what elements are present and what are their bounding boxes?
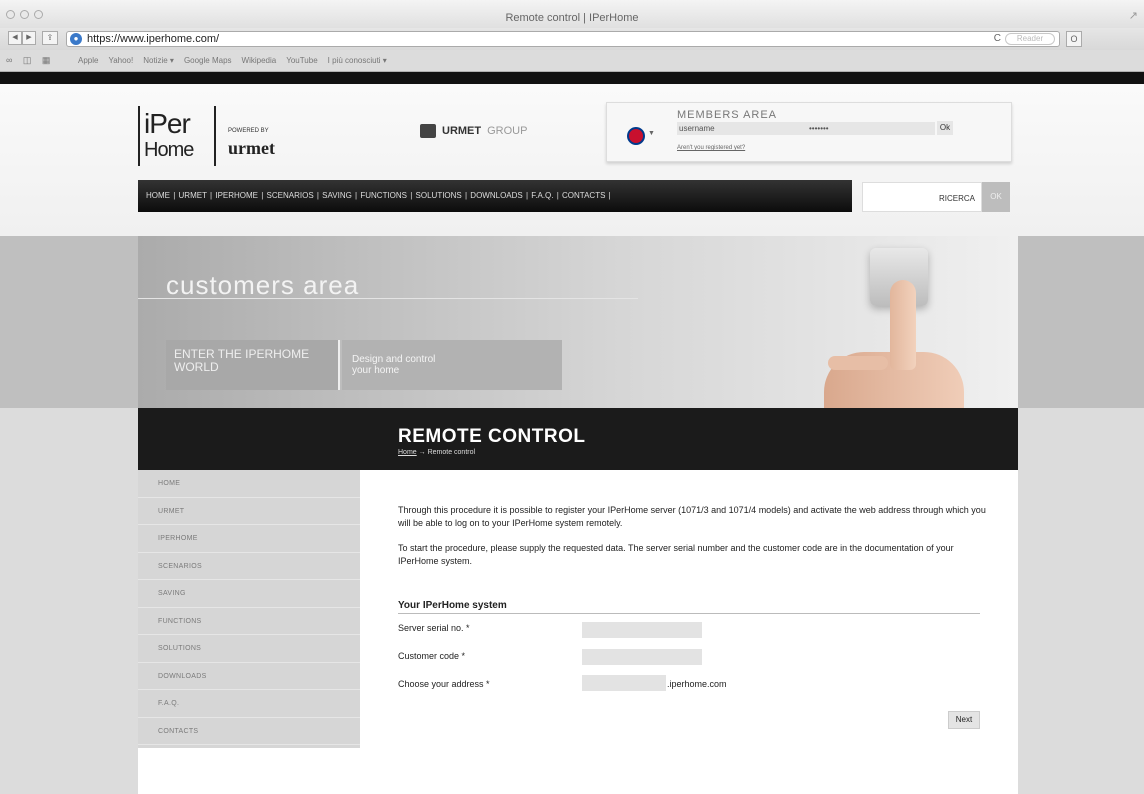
history-buttons: ◀ ▶ <box>8 31 36 45</box>
customer-code-input[interactable] <box>582 649 702 665</box>
logo-home: Home <box>144 139 194 161</box>
design-line1: Design and control <box>352 354 436 365</box>
browser-toolbar: ◀ ▶ ⇪ ● https://www.iperhome.com/ C Read… <box>0 28 1144 50</box>
fullscreen-icon[interactable]: ↗ <box>1129 9 1138 22</box>
intro-text: Through this procedure it is possible to… <box>398 504 988 580</box>
hero-banner: customers area ENTER THE IPERHOME WORLD D… <box>0 236 1144 408</box>
main-navigation: HOME | URMET | IPERHOME | SCENARIOS | SA… <box>138 180 852 212</box>
breadcrumb-separator: → <box>416 449 428 456</box>
side-item-urmet[interactable]: URMET <box>138 498 360 525</box>
bookmark-list: Apple Yahoo! Notizie ▾ Google Maps Wikip… <box>78 56 387 65</box>
url-text[interactable]: https://www.iperhome.com/ <box>87 33 219 45</box>
page-top-band <box>0 72 1144 84</box>
breadcrumb-home-link[interactable]: Home <box>398 449 417 456</box>
language-flag-icon[interactable] <box>627 127 645 145</box>
address-bar[interactable]: ● https://www.iperhome.com/ C Reader <box>66 31 1060 47</box>
pointing-finger-graphic <box>890 280 916 370</box>
forward-button[interactable]: ▶ <box>22 31 36 45</box>
search-ok-button[interactable]: OK <box>982 182 1010 212</box>
system-section-title: Your IPerHome system <box>398 600 980 614</box>
breadcrumb: Home → Remote control <box>398 449 475 456</box>
enter-world-button[interactable]: ENTER THE IPERHOME WORLD <box>166 340 340 390</box>
members-area-title: MEMBERS AREA <box>677 109 778 121</box>
bookmark-apple[interactable]: Apple <box>78 56 98 65</box>
username-input[interactable] <box>677 122 805 135</box>
page-background-right <box>1018 408 1144 794</box>
enter-world-line1: ENTER THE IPERHOME <box>174 347 310 361</box>
back-button[interactable]: ◀ <box>8 31 22 45</box>
group-logo-bold: URMET <box>442 125 482 137</box>
bookmarks-bar: ∞ ◫ ▦ Apple Yahoo! Notizie ▾ Google Maps… <box>0 50 1144 72</box>
search-label: RICERCA <box>938 194 975 203</box>
side-item-scenarios[interactable]: SCENARIOS <box>138 553 360 580</box>
register-link[interactable]: Aren't you registered yet? <box>677 145 745 151</box>
side-menu: HOME URMET IPERHOME SCENARIOS SAVING FUN… <box>138 470 360 748</box>
reader-button[interactable]: Reader <box>1005 33 1055 45</box>
window-titlebar: Remote control | IPerHome ↗ <box>0 0 1144 28</box>
address-input[interactable] <box>582 675 666 691</box>
bookmark-most-visited[interactable]: I più conosciuti ▾ <box>328 56 387 65</box>
page-title: REMOTE CONTROL <box>398 426 586 447</box>
reload-button[interactable]: C <box>994 33 1001 44</box>
enter-world-label: ENTER THE IPERHOME WORLD <box>174 348 309 374</box>
address-suffix: .iperhome.com <box>667 679 727 689</box>
address-label: Choose your address * <box>398 679 490 689</box>
side-item-contacts[interactable]: CONTACTS <box>138 718 360 745</box>
urmet-group-logo[interactable]: URMET GROUP <box>420 124 527 138</box>
group-logo-light: GROUP <box>487 125 528 137</box>
main-nav-items[interactable]: HOME | URMET | IPERHOME | SCENARIOS | SA… <box>146 191 611 200</box>
main-content: REMOTE CONTROL Home → Remote control HOM… <box>138 408 1018 794</box>
bookmark-wikipedia[interactable]: Wikipedia <box>242 56 277 65</box>
hero-divider <box>138 298 638 299</box>
hand-knuckles-graphic <box>828 356 888 370</box>
intro-paragraph-2: To start the procedure, please supply th… <box>398 543 954 566</box>
search-input[interactable]: RICERCA <box>862 182 982 212</box>
site-globe-icon: ● <box>70 33 82 45</box>
side-item-solutions[interactable]: SOLUTIONS <box>138 635 360 663</box>
side-item-downloads[interactable]: DOWNLOADS <box>138 663 360 690</box>
design-line2: your home <box>352 365 400 376</box>
serial-number-input[interactable] <box>582 622 702 638</box>
bookmark-youtube[interactable]: YouTube <box>286 56 317 65</box>
design-control-button[interactable]: Design and control your home <box>342 340 562 390</box>
intro-paragraph-1: Through this procedure it is possible to… <box>398 505 986 528</box>
side-item-faq[interactable]: F.A.Q. <box>138 690 360 718</box>
breadcrumb-current: Remote control <box>427 449 476 456</box>
enter-world-line2: WORLD <box>174 360 219 374</box>
side-item-saving[interactable]: SAVING <box>138 580 360 608</box>
iperhome-logo[interactable]: iPer Home <box>138 106 216 166</box>
title-band: REMOTE CONTROL Home → Remote control <box>138 408 1018 470</box>
share-button[interactable]: ⇪ <box>42 31 58 45</box>
powered-by-label: POWERED BY <box>228 128 269 134</box>
side-item-home[interactable]: HOME <box>138 470 360 498</box>
hero-inner: customers area ENTER THE IPERHOME WORLD D… <box>138 236 1018 408</box>
urmet-group-icon <box>420 124 436 138</box>
next-button[interactable]: Next <box>948 711 980 729</box>
hero-title: customers area <box>166 270 360 300</box>
downloads-button[interactable]: O <box>1066 31 1082 47</box>
bookmark-yahoo[interactable]: Yahoo! <box>108 56 133 65</box>
password-input[interactable] <box>805 122 935 135</box>
logo-iper: iPer <box>144 108 191 139</box>
window-title: Remote control | IPerHome <box>505 12 639 24</box>
page-background-left <box>0 408 138 794</box>
members-area-box: ▼ MEMBERS AREA Ok Aren't you registered … <box>606 102 1012 162</box>
bookmark-notizie[interactable]: Notizie ▾ <box>143 56 174 65</box>
side-item-functions[interactable]: FUNCTIONS <box>138 608 360 635</box>
customer-code-label: Customer code * <box>398 651 466 661</box>
side-item-iperhome[interactable]: IPERHOME <box>138 525 360 553</box>
urmet-logo: urmet <box>228 138 275 158</box>
chevron-down-icon[interactable]: ▼ <box>648 130 655 137</box>
serial-label: Server serial no. * <box>398 623 470 633</box>
design-control-label: Design and control your home <box>352 354 435 376</box>
bookmark-google-maps[interactable]: Google Maps <box>184 56 232 65</box>
bookmark-tool-icons[interactable]: ∞ ◫ ▦ <box>6 55 54 66</box>
site-header: iPer Home POWERED BY urmet URMET GROUP ▼… <box>0 84 1144 236</box>
login-ok-button[interactable]: Ok <box>937 121 953 135</box>
